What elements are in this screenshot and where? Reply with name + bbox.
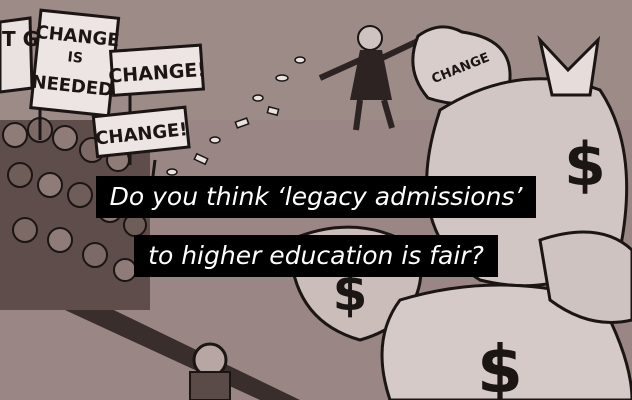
caption-line-1-text: Do you think ‘legacy admissions’ (95, 176, 537, 218)
sign-change-is-needed: CHANGE IS NEEDED (29, 8, 120, 118)
sign-word-is: IS (67, 49, 84, 67)
caption-line-2: to higher education is fair? (0, 235, 632, 277)
caption-line-1: Do you think ‘legacy admissions’ (0, 176, 632, 218)
cartoon-canvas: T GE CHANGE IS NEEDED CHANGE! CHANGE! CH… (0, 0, 632, 400)
sign-change-bottom: CHANGE! (91, 105, 191, 159)
seesaw-base (189, 371, 231, 400)
sign-change-top: CHANGE! (108, 43, 207, 97)
dollar-sign-bottom: $ (477, 331, 523, 400)
caption-line-2-text: to higher education is fair? (134, 235, 498, 277)
